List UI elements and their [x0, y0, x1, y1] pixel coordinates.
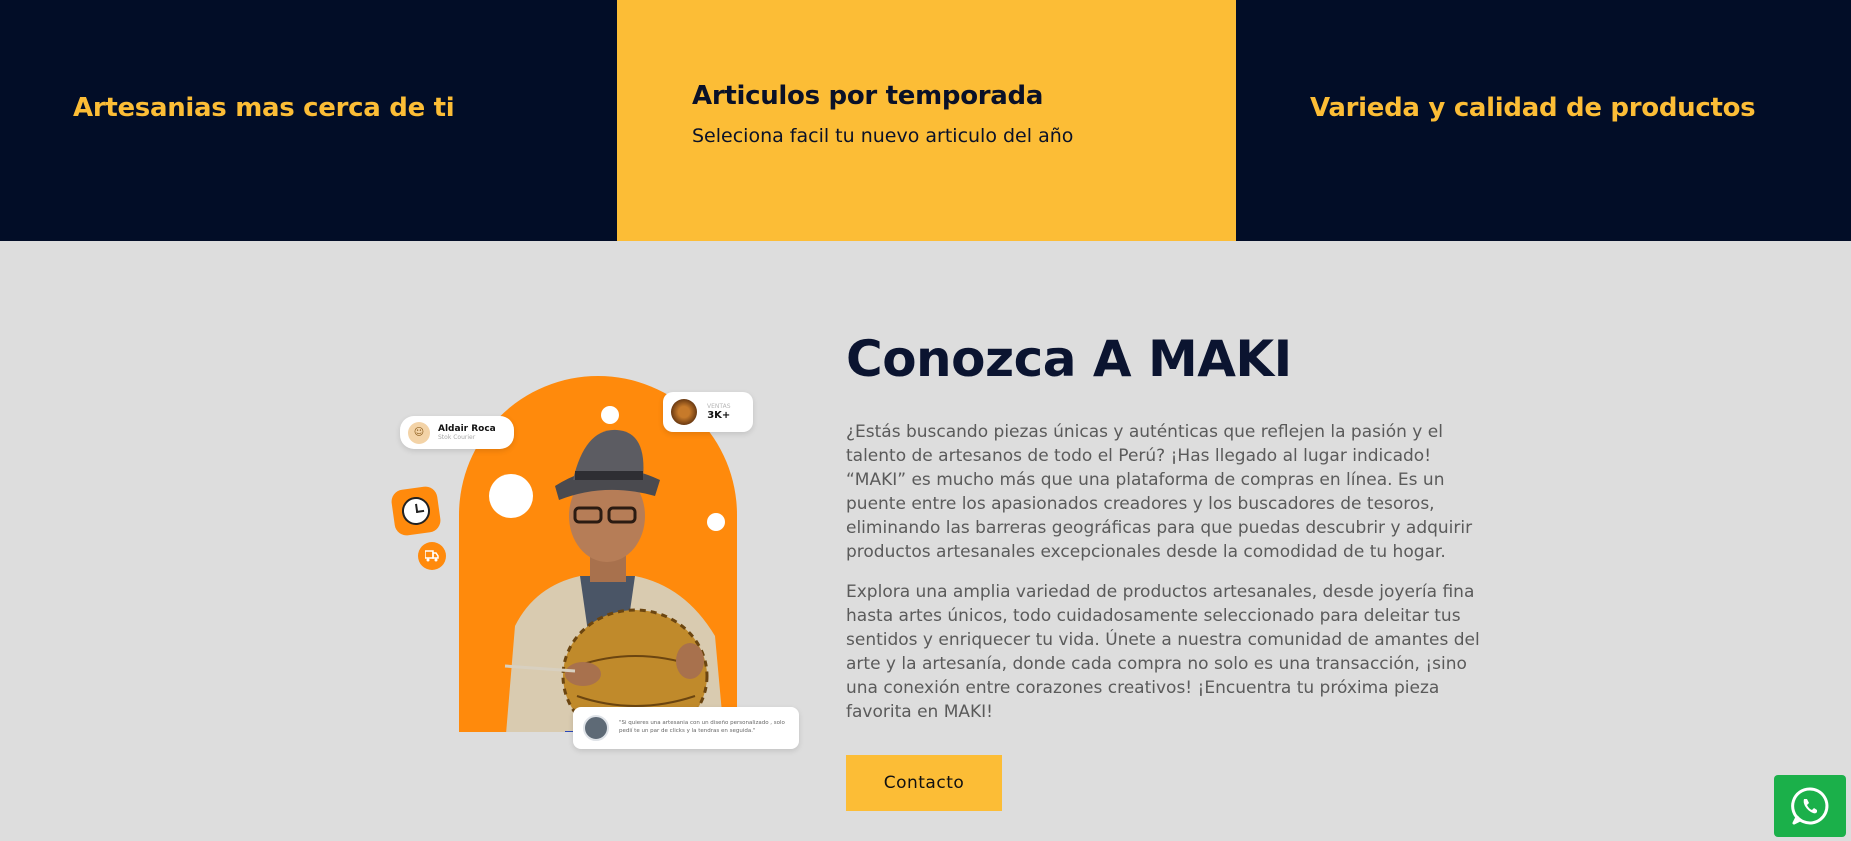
avatar	[583, 715, 609, 741]
feature-title: Artesanias mas cerca de ti	[73, 93, 455, 123]
artisan-name: Aldair Roca	[438, 424, 496, 434]
decor-circle	[707, 513, 725, 531]
decor-circle	[489, 474, 533, 518]
feature-card-nearby: Artesanias mas cerca de ti	[0, 0, 617, 241]
feature-card-variety: Varieda y calidad de productos	[1236, 0, 1851, 241]
about-paragraph: ¿Estás buscando piezas únicas y auténtic…	[846, 422, 1473, 562]
avatar: ☺	[408, 421, 430, 444]
feature-title: Varieda y calidad de productos	[1310, 93, 1756, 123]
decor-circle	[601, 406, 619, 424]
whatsapp-icon	[1791, 787, 1829, 825]
artisan-name-card: ☺ Aldair Roca Stok Courier	[400, 416, 514, 449]
feature-subtitle: Seleciona facil tu nuevo articulo del añ…	[692, 125, 1074, 147]
sales-stat-card: VENTAS 3K+	[663, 392, 753, 432]
features-strip: Artesanias mas cerca de ti Articulos por…	[0, 0, 1851, 241]
product-thumbnail	[671, 399, 697, 425]
feature-card-season: Articulos por temporada Seleciona facil …	[617, 0, 1236, 241]
truck-icon	[418, 542, 446, 570]
stat-label: VENTAS	[707, 403, 731, 410]
quote-card: "Si quieres una artesania con un diseño …	[573, 707, 799, 749]
about-illustration: ☺ Aldair Roca Stok Courier VENTAS 3K+ "S…	[385, 360, 805, 760]
feature-title: Articulos por temporada	[692, 81, 1044, 111]
about-paragraph: Explora una amplia variedad de productos…	[846, 582, 1480, 722]
artisan-role: Stok Courier	[438, 434, 476, 441]
whatsapp-button[interactable]	[1774, 775, 1846, 837]
about-title: Conozca A MAKI	[846, 330, 1292, 388]
clock-icon	[390, 485, 442, 537]
contact-button[interactable]: Contacto	[846, 755, 1002, 811]
quote-text: "Si quieres una artesania con un diseño …	[619, 720, 785, 734]
stat-value: 3K+	[707, 410, 731, 421]
artisan-image	[504, 429, 724, 732]
